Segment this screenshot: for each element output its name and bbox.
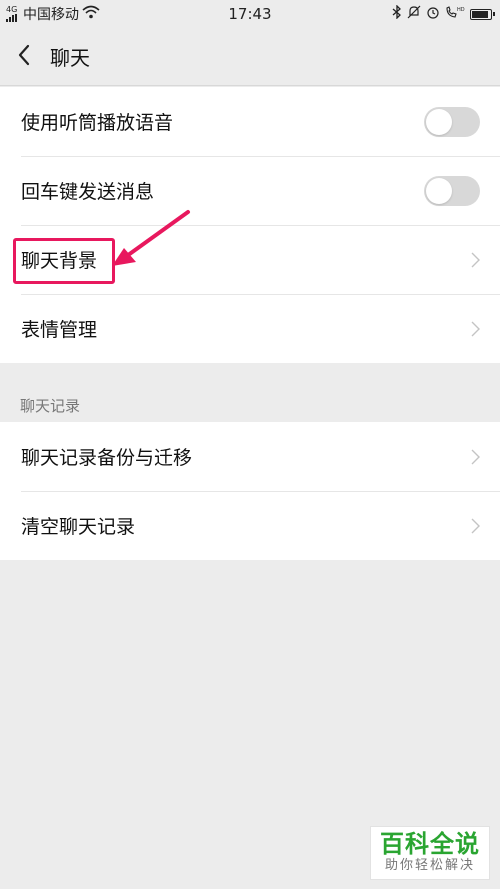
setting-row-enter-to-send[interactable]: 回车键发送消息 <box>0 156 500 225</box>
earpiece-playback-toggle[interactable] <box>424 106 480 137</box>
toggle-knob <box>426 177 452 204</box>
chevron-right-icon <box>471 321 480 337</box>
settings-group-chat: 使用听筒播放语音 回车键发送消息 聊天背景 表情管理 <box>0 87 500 363</box>
status-right: HD <box>392 4 495 23</box>
bluetooth-icon <box>392 4 402 23</box>
battery-fill <box>472 10 488 18</box>
enter-to-send-toggle[interactable] <box>424 175 480 206</box>
carrier-name: 中国移动 <box>23 7 79 23</box>
alarm-icon <box>426 5 440 23</box>
wifi-icon <box>82 5 100 23</box>
setting-label: 聊天背景 <box>21 250 98 272</box>
battery-icon <box>470 8 495 20</box>
page-title: 聊天 <box>50 46 90 70</box>
setting-row-sticker-management[interactable]: 表情管理 <box>0 294 500 363</box>
section-header-chat-history: 聊天记录 <box>20 397 81 415</box>
chevron-right-icon <box>471 518 480 534</box>
settings-group-chat-history: 聊天记录备份与迁移 清空聊天记录 <box>0 422 500 560</box>
setting-label: 回车键发送消息 <box>21 181 155 203</box>
toggle-knob <box>426 108 452 135</box>
nav-bar: 聊天 <box>0 28 500 86</box>
status-left: 4G 中国移动 <box>6 4 100 24</box>
chevron-right-icon <box>471 449 480 465</box>
svg-text:HD: HD <box>457 7 465 13</box>
setting-label: 表情管理 <box>21 319 98 341</box>
network-type: 4G <box>6 5 18 14</box>
mute-icon <box>407 5 421 23</box>
back-button[interactable] <box>0 28 48 86</box>
chevron-left-icon <box>17 44 31 70</box>
setting-row-clear-history[interactable]: 清空聊天记录 <box>0 491 500 560</box>
setting-row-chat-background[interactable]: 聊天背景 <box>0 225 500 294</box>
setting-row-backup-migrate[interactable]: 聊天记录备份与迁移 <box>0 422 500 491</box>
setting-label: 使用听筒播放语音 <box>21 112 174 134</box>
signal-icon: 4G <box>6 6 18 22</box>
setting-label: 清空聊天记录 <box>21 516 136 538</box>
status-bar: 4G 中国移动 17:43 HD <box>0 0 500 28</box>
setting-row-earpiece-playback[interactable]: 使用听筒播放语音 <box>0 87 500 156</box>
setting-label: 聊天记录备份与迁移 <box>21 447 193 469</box>
watermark-subtitle: 助你轻松解决 <box>384 858 475 873</box>
chevron-right-icon <box>471 252 480 268</box>
call-hd-icon: HD <box>445 5 465 23</box>
watermark-logo: 百科全说 助你轻松解决 <box>370 826 490 880</box>
watermark-title: 百科全说 <box>380 830 480 858</box>
